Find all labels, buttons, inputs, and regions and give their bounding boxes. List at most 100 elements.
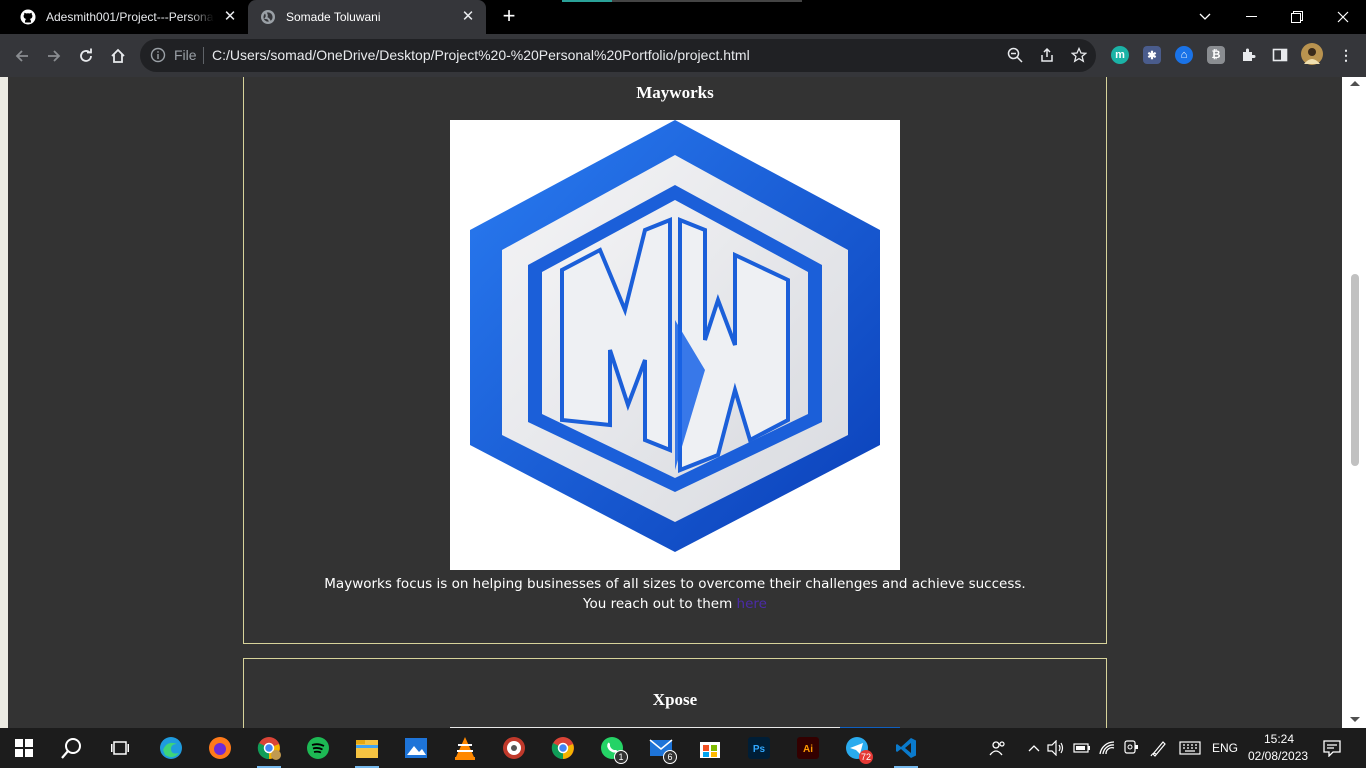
forward-arrow-icon xyxy=(48,50,61,62)
address-bar[interactable]: File C:/Users/somad/OneDrive/Desktop/Pro… xyxy=(140,39,1096,72)
extensions-icon[interactable] xyxy=(1239,46,1257,64)
clock-time[interactable]: 15:24 xyxy=(1264,732,1294,746)
store-icon[interactable] xyxy=(694,732,726,764)
page-left-edge xyxy=(0,77,8,728)
scroll-down-arrow-icon[interactable] xyxy=(1350,717,1360,722)
keyboard-icon[interactable] xyxy=(1178,738,1202,758)
close-icon[interactable]: ✕ xyxy=(460,9,476,25)
scroll-up-arrow-icon[interactable] xyxy=(1350,81,1360,86)
svg-text:Ai: Ai xyxy=(803,744,813,755)
project-title: Xpose xyxy=(652,690,698,709)
task-view-button[interactable] xyxy=(104,732,136,764)
people-icon[interactable] xyxy=(988,738,1008,758)
zoom-out-icon[interactable] xyxy=(1006,46,1024,64)
photoshop-icon[interactable]: Ps xyxy=(743,732,775,764)
clock-date[interactable]: 02/08/2023 xyxy=(1248,749,1308,763)
tab-title: Adesmith001/Project---Personal-Portfolio xyxy=(46,10,214,24)
groove-music-icon[interactable] xyxy=(498,732,530,764)
search-button[interactable] xyxy=(56,732,88,764)
tab-strip-accent-dark xyxy=(612,0,802,2)
url-text[interactable]: C:/Users/somad/OneDrive/Desktop/Project%… xyxy=(212,47,750,63)
windows-logo-icon xyxy=(15,739,33,757)
photos-icon[interactable] xyxy=(400,732,432,764)
telegram-icon[interactable]: 72 xyxy=(841,732,873,764)
project-title: Mayworks xyxy=(636,83,714,102)
profile-avatar[interactable] xyxy=(1301,43,1323,65)
task-view-icon xyxy=(111,741,129,755)
badge: 6 xyxy=(663,750,677,764)
close-window-button[interactable] xyxy=(1320,0,1366,34)
volume-icon[interactable] xyxy=(1046,738,1066,758)
chrome-profile-icon[interactable] xyxy=(253,732,285,768)
svg-text:Ps: Ps xyxy=(753,744,766,755)
github-icon xyxy=(20,9,36,25)
tab-strip: Adesmith001/Project---Personal-Portfolio… xyxy=(0,0,1366,34)
bookmark-star-icon[interactable] xyxy=(1070,46,1088,64)
badge: 72 xyxy=(858,750,873,764)
globe-icon xyxy=(260,9,276,25)
badge: 1 xyxy=(614,750,628,764)
file-explorer-icon[interactable] xyxy=(351,732,383,768)
chrome-icon[interactable] xyxy=(547,732,579,764)
new-tab-button[interactable]: + xyxy=(498,5,520,28)
page-scrollbar[interactable] xyxy=(1342,77,1366,728)
back-button[interactable] xyxy=(8,42,36,70)
spotify-icon[interactable] xyxy=(302,732,334,764)
windows-taskbar: 1 6 Ps Ai 72 ENG 15:24 02/08/2023 xyxy=(0,728,1366,768)
puzzle-ext-icon[interactable]: ✱ xyxy=(1143,46,1161,64)
project-card-mayworks: Mayworks Mayworks focus is on helping bu… xyxy=(243,77,1107,644)
language-indicator[interactable]: ENG xyxy=(1212,741,1238,755)
address-separator xyxy=(203,47,204,64)
webcam-icon[interactable] xyxy=(1121,738,1141,758)
edge-icon[interactable] xyxy=(155,732,187,764)
minimize-icon xyxy=(1245,16,1257,17)
contact-link[interactable]: here xyxy=(737,596,767,612)
notification-center-icon[interactable] xyxy=(1322,738,1342,758)
tab-strip-accent xyxy=(562,0,612,2)
home-button[interactable] xyxy=(104,42,132,70)
project-card-xpose: Xpose xyxy=(243,658,1107,728)
scheme-label: File xyxy=(174,47,197,63)
mayworks-logo xyxy=(450,120,900,570)
firefox-icon[interactable] xyxy=(204,732,236,764)
side-panel-icon[interactable] xyxy=(1271,46,1289,64)
minimize-button[interactable] xyxy=(1228,0,1274,34)
chevron-up-icon[interactable] xyxy=(1024,738,1044,758)
vlc-icon[interactable] xyxy=(449,732,481,764)
start-button[interactable] xyxy=(8,732,40,764)
gray-ext-icon[interactable]: ₿ xyxy=(1207,46,1225,64)
project-description: Mayworks focus is on helping businesses … xyxy=(324,576,1026,592)
back-arrow-icon xyxy=(15,50,28,62)
battery-icon[interactable] xyxy=(1072,738,1092,758)
wifi-icon[interactable] xyxy=(1098,738,1118,758)
illustrator-icon[interactable]: Ai xyxy=(792,732,824,764)
menu-kebab-icon[interactable]: ⋮ xyxy=(1339,46,1353,64)
close-icon[interactable]: ✕ xyxy=(222,9,238,25)
page-viewport: Mayworks Mayworks focus is on helping bu… xyxy=(0,77,1342,728)
reload-button[interactable] xyxy=(72,42,100,70)
close-icon xyxy=(1337,11,1349,23)
scrollbar-thumb[interactable] xyxy=(1351,274,1359,466)
share-icon[interactable] xyxy=(1038,46,1056,64)
browser-toolbar: File C:/Users/somad/OneDrive/Desktop/Pro… xyxy=(0,34,1366,77)
restore-icon xyxy=(1291,11,1303,23)
whatsapp-icon[interactable]: 1 xyxy=(596,732,628,764)
reload-icon xyxy=(80,48,92,62)
restore-button[interactable] xyxy=(1274,0,1320,34)
project-contact-line: You reach out to them here xyxy=(244,596,1106,612)
mail-icon[interactable]: 6 xyxy=(645,732,677,764)
tab-title: Somade Toluwani xyxy=(286,10,381,24)
search-icon xyxy=(61,738,81,759)
vscode-icon[interactable] xyxy=(890,732,922,768)
info-icon[interactable] xyxy=(150,47,166,63)
home-icon xyxy=(111,48,125,63)
tab-github[interactable]: Adesmith001/Project---Personal-Portfolio… xyxy=(8,0,248,34)
forward-button[interactable] xyxy=(40,42,68,70)
chevron-down-icon xyxy=(1199,13,1211,20)
blue-ext-icon[interactable]: ⌂ xyxy=(1175,46,1193,64)
pen-icon[interactable] xyxy=(1149,738,1169,758)
tab-active[interactable]: Somade Toluwani ✕ xyxy=(248,0,486,34)
tab-search-button[interactable] xyxy=(1182,0,1228,34)
contact-prefix: You reach out to them xyxy=(583,596,733,612)
m-extension-icon[interactable]: m xyxy=(1111,46,1129,64)
